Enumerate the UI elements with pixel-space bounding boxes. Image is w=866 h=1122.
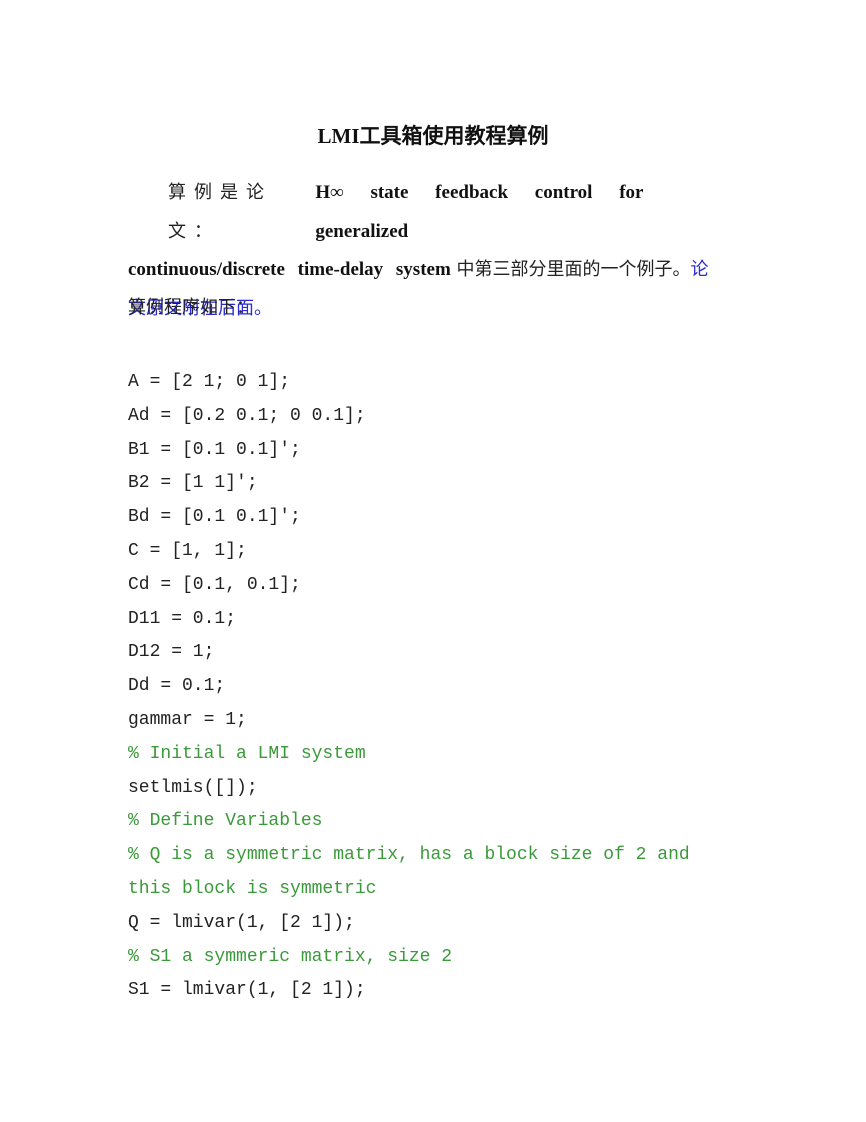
code-line: D12 = 1;	[128, 642, 215, 663]
code-line: Bd = [0.1 0.1]';	[128, 507, 301, 528]
code-line: S1 = lmivar(1, [2 1]);	[128, 980, 366, 1001]
code-line: C = [1, 1];	[128, 540, 247, 561]
program-label: 算例程序如下：	[128, 297, 254, 318]
code-line: B2 = [1 1]';	[128, 473, 258, 494]
code-line: Ad = [0.2 0.1; 0 0.1];	[128, 405, 366, 426]
paper-title-line-2: continuous/discrete time-delay system	[128, 259, 451, 280]
intro-line-1: 算例是论文： H∞ state feedback control for gen…	[128, 174, 738, 251]
code-line: setlmis([]);	[128, 777, 258, 798]
code-comment-line: % Initial a LMI system	[128, 743, 366, 764]
code-line: Q = lmivar(1, [2 1]);	[128, 912, 355, 933]
intro-line-2: continuous/discrete time-delay system 中第…	[128, 251, 738, 290]
paper-title-line-1: H∞ state feedback control for generalize…	[315, 182, 644, 242]
intro-middle: 中第三部分里面的一个例子。	[456, 259, 691, 280]
code-line: D11 = 0.1;	[128, 608, 237, 629]
code-block: A = [2 1; 0 1]; Ad = [0.2 0.1; 0 0.1]; B1 …	[128, 366, 690, 1008]
code-line: B1 = [0.1 0.1]';	[128, 439, 301, 460]
code-comment-line: % Define Variables	[128, 811, 323, 832]
document-title: LMI工具箱使用教程算例	[317, 124, 549, 148]
code-comment-line: this block is symmetric	[128, 878, 377, 899]
paper-link-part-1[interactable]: 论	[691, 259, 709, 280]
code-line: Dd = 0.1;	[128, 676, 226, 697]
intro-prefix: 算例是论文：	[168, 182, 272, 242]
code-comment-line: % Q is a symmetric matrix, has a block s…	[128, 845, 690, 866]
code-line: A = [2 1; 0 1];	[128, 372, 291, 392]
code-comment-line: % S1 a symmeric matrix, size 2	[128, 946, 453, 967]
code-line: gammar = 1;	[128, 709, 247, 730]
code-line: Cd = [0.1, 0.1];	[128, 574, 301, 595]
